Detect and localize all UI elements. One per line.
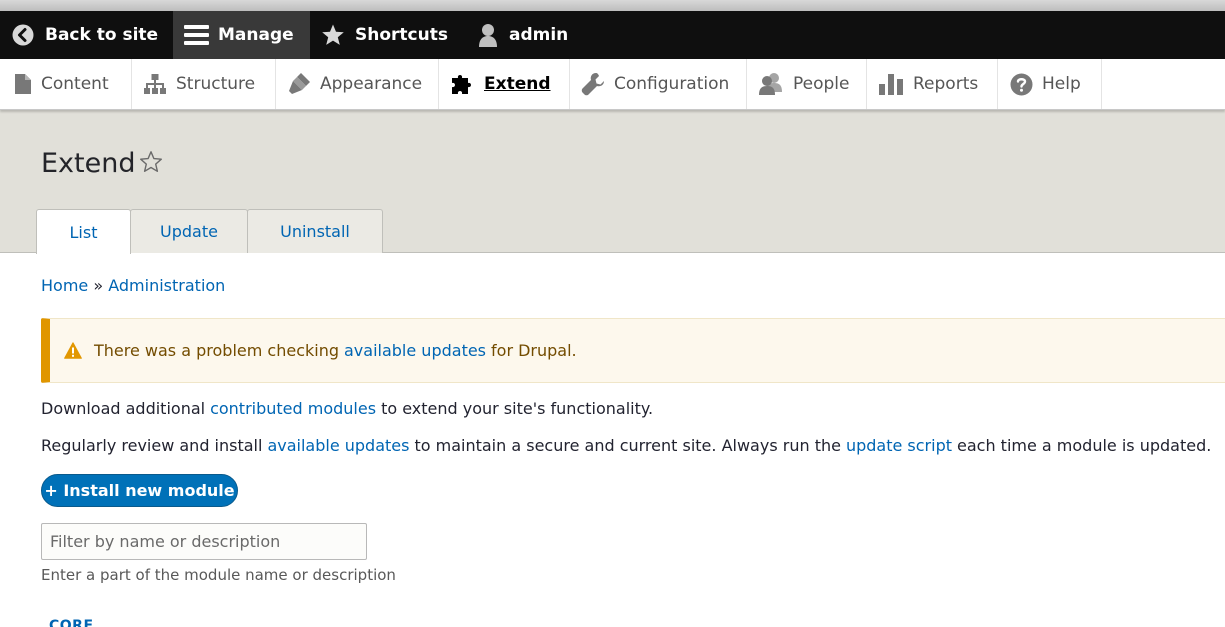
manage-label: Manage <box>218 25 294 45</box>
intro-p2-text-before: Regularly review and install <box>41 436 263 455</box>
module-filter-input[interactable] <box>41 523 367 560</box>
window-top-strip <box>0 0 1225 11</box>
tray-item-people[interactable]: People <box>747 59 867 109</box>
section-heading-core[interactable]: CORE <box>49 618 94 627</box>
tray-label-configuration: Configuration <box>614 74 730 94</box>
puzzle-icon <box>452 75 471 94</box>
shortcuts-label: Shortcuts <box>355 25 448 45</box>
tray-item-content[interactable]: Content <box>0 59 132 109</box>
tray-item-structure[interactable]: Structure <box>132 59 276 109</box>
tray-item-configuration[interactable]: Configuration <box>570 59 747 109</box>
warning-icon <box>64 342 82 359</box>
intro-p2-text-middle: to maintain a secure and current site. A… <box>414 436 841 455</box>
install-new-module-button[interactable]: + Install new module <box>41 474 238 507</box>
breadcrumb: Home » Administration <box>41 276 225 295</box>
tray-label-structure: Structure <box>176 74 256 94</box>
contributed-modules-link[interactable]: contributed modules <box>210 399 376 418</box>
star-outline-icon[interactable] <box>139 150 163 174</box>
tray-label-appearance: Appearance <box>320 74 423 94</box>
breadcrumb-home-link[interactable]: Home <box>41 276 88 295</box>
user-menu-button[interactable]: admin <box>476 11 568 59</box>
tray-item-reports[interactable]: Reports <box>867 59 998 109</box>
breadcrumb-separator: » <box>93 276 104 295</box>
page-title: Extend <box>41 148 136 179</box>
tray-label-reports: Reports <box>913 74 979 94</box>
update-script-link[interactable]: update script <box>846 436 952 455</box>
available-updates-link[interactable]: available updates <box>267 436 409 455</box>
intro-p1-text-before: Download additional <box>41 399 206 418</box>
warning-text-before: There was a problem checking <box>94 341 339 360</box>
warning-available-updates-link[interactable]: available updates <box>344 341 486 360</box>
back-to-site-link[interactable]: Back to site <box>12 11 158 59</box>
breadcrumb-administration-link[interactable]: Administration <box>108 276 225 295</box>
intro-p2-text-after: each time a module is updated. <box>957 436 1212 455</box>
tray-label-content: Content <box>41 74 109 94</box>
primary-tabs: List Update Uninstall <box>36 209 383 254</box>
shortcuts-menu-button[interactable]: Shortcuts <box>320 11 448 59</box>
back-to-site-label: Back to site <box>45 25 159 45</box>
filter-help-text: Enter a part of the module name or descr… <box>41 566 396 584</box>
file-icon <box>15 74 31 94</box>
people-icon <box>759 73 782 95</box>
tray-item-extend[interactable]: Extend <box>439 59 570 109</box>
tab-uninstall[interactable]: Uninstall <box>247 209 383 253</box>
wrench-icon <box>581 73 604 96</box>
admin-menu-tray: Content Structure Appearance Extend Conf… <box>0 59 1225 110</box>
tray-item-appearance[interactable]: Appearance <box>276 59 439 109</box>
hamburger-icon <box>184 25 209 45</box>
user-icon <box>479 24 497 47</box>
intro-p1-text-after: to extend your site's functionality. <box>381 399 654 418</box>
admin-toolbar: Back to site Manage Shortcuts admin <box>0 11 1225 59</box>
intro-paragraph-updates: Regularly review and install available up… <box>41 436 1211 455</box>
paintbrush-icon <box>289 73 310 94</box>
warning-message: There was a problem checking available u… <box>41 318 1225 383</box>
tray-label-extend: Extend <box>484 74 551 94</box>
sitemap-icon <box>144 74 166 94</box>
user-label: admin <box>509 25 569 45</box>
tab-list[interactable]: List <box>36 209 131 254</box>
page-header: Extend List Update Uninstall <box>0 110 1225 254</box>
tray-item-help[interactable]: Help <box>998 59 1102 109</box>
bar-chart-icon <box>879 74 903 95</box>
tray-label-people: People <box>793 74 850 94</box>
warning-text-after: for Drupal. <box>491 341 577 360</box>
intro-paragraph-download: Download additional contributed modules to… <box>41 399 653 418</box>
tray-label-help: Help <box>1042 74 1081 94</box>
star-icon <box>322 24 344 45</box>
help-icon <box>1010 73 1033 95</box>
back-arrow-icon <box>12 24 34 46</box>
tab-update[interactable]: Update <box>130 209 248 253</box>
manage-menu-button[interactable]: Manage <box>173 11 310 59</box>
